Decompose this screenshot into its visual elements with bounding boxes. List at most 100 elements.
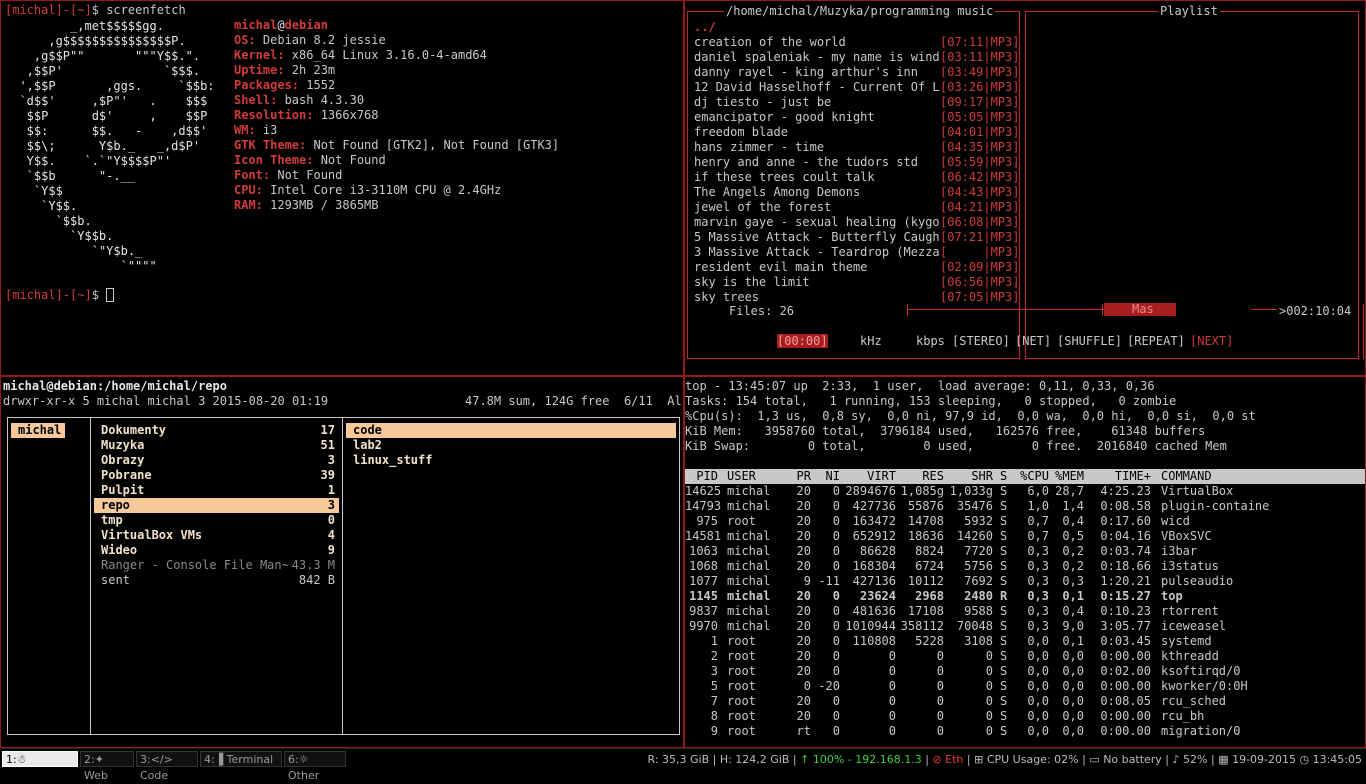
directory-entry[interactable]: Dokumenty 17 [94, 423, 339, 438]
playlist-file[interactable]: dj tiesto - just be [694, 95, 940, 110]
playlist-file[interactable]: hans zimmer - time [694, 140, 940, 155]
directory-entry[interactable]: VirtualBox VMs 4 [94, 528, 339, 543]
playlist-file[interactable]: 12 David Hasselhoff - Current Of Lo [694, 80, 940, 95]
khz-label: kHz [860, 334, 882, 348]
process-cell: 0:10.23 [1100, 604, 1151, 618]
info-value: Intel Core i3-3110M CPU @ 2.4GHz [262, 183, 502, 197]
directory-entry[interactable]: Wideo 9 [94, 543, 339, 558]
process-row[interactable]: 975 root 20 0 163472 14708 5932 S 0,7 0,4 0:17.60 w… [685, 514, 1365, 529]
directory-entry[interactable]: tmp 0 [94, 513, 339, 528]
directory-entry[interactable]: Pobrane 39 [94, 468, 339, 483]
file-duration: [04:01|MP3] [940, 125, 1020, 139]
playlist-file[interactable]: henry and anne - the tudors std [694, 155, 940, 170]
process-row[interactable]: 14625 michal 20 0 2894676 1,085g 1,033g S 6,0 28,… [685, 484, 1365, 499]
playlist-file[interactable]: 3 Massive Attack - Teardrop (Mezzan [694, 245, 940, 260]
playlist-file[interactable]: The Angels Among Demons [694, 185, 940, 200]
info-value: i3 [255, 123, 278, 137]
process-row[interactable]: 1 root 20 0 110808 5228 3108 S 0,0 0,1 0:03.45 syst… [685, 634, 1365, 649]
datetime-status: ▦ 19-09-2015 ◷ 13:45:05 [1218, 753, 1362, 766]
ascii-art-line: `"Y$b._ [5, 244, 143, 258]
directory-entry[interactable]: Obrazy 3 [94, 453, 339, 468]
playlist-file[interactable]: danny rayel - king arthur's inn [694, 65, 940, 80]
directory-entry[interactable]: repo 3 [94, 498, 339, 513]
ranger-file-manager-pane[interactable]: michal@debian:/home/michal/repo drwxr-xr… [0, 376, 684, 748]
file-duration: [05:05|MP3] [940, 110, 1020, 124]
process-row[interactable]: 14793 michal 20 0 427736 55876 35476 S 1,0 1,4 0:0… [685, 499, 1365, 514]
preview-entry[interactable]: lab2 [346, 438, 676, 453]
directory-entry[interactable]: Ranger - Console File Man~ 43.3 M [94, 558, 339, 573]
file-duration: [04:35|MP3] [940, 140, 1020, 154]
prompt-user: michal [12, 288, 56, 302]
file-duration: [09:17|MP3] [940, 95, 1020, 109]
info-value: 1552 [299, 78, 336, 92]
ranger-current-path: /home/michal/repo [104, 379, 227, 393]
process-row[interactable]: 14581 michal 20 0 652912 18636 14260 S 0,7 0,5 0:0… [685, 529, 1365, 544]
workspace-button[interactable]: 1:☃ Desktop [2, 751, 78, 782]
playlist-file[interactable]: resident evil main theme [694, 260, 940, 275]
playlist-file[interactable]: 5 Massive Attack - Butterfly Caught [694, 230, 940, 245]
parent-dir-item[interactable]: michal [11, 423, 65, 438]
playlist-file[interactable]: jewel of the forest [694, 200, 940, 215]
process-row[interactable]: 1145 michal 20 0 23624 2968 2480 R 0,3 0,1 0:15.27… [685, 589, 1365, 604]
playlist-file[interactable]: emancipator - good knight [694, 110, 940, 125]
info-line: Font: Not Found [234, 168, 559, 183]
file-duration: [03:49|MP3] [940, 65, 1020, 79]
parent-dir[interactable]: ../ [694, 20, 1019, 35]
entry-name: tmp [101, 513, 123, 527]
directory-entry[interactable]: sent 842 B [94, 573, 339, 588]
workspace-button[interactable]: 3:</> Code [136, 751, 198, 782]
process-row[interactable]: 9 root rt 0 0 0 0 S 0,0 0,0 0:00.00 migration/0 [685, 724, 1365, 739]
process-row[interactable]: 7 root 20 0 0 0 0 S 0,0 0,0 0:08.05 rcu_sched [685, 694, 1365, 709]
info-key: Packages: [234, 78, 300, 92]
info-line: OS: Debian 8.2 jessie [234, 33, 559, 48]
entry-size: 17 [320, 423, 335, 437]
flag-next: [NEXT] [1190, 334, 1234, 348]
ascii-art-line: _,met$$$$$gg. [5, 19, 164, 33]
process-row[interactable]: 1068 michal 20 0 168304 6724 5756 S 0,3 0,2 0:18.6… [685, 559, 1365, 574]
file-duration: [07:21|MP3] [940, 230, 1020, 244]
playlist-file[interactable]: freedom blade [694, 125, 940, 140]
process-row[interactable]: 1063 michal 20 0 86628 8824 7720 S 0,3 0,2 0:03.74… [685, 544, 1365, 559]
playlist-file[interactable]: sky trees [694, 290, 940, 305]
terminal-screenfetch-pane[interactable]: [michal]-[~]$ screenfetch _,met$$$$$gg. … [0, 0, 684, 376]
process-row[interactable]: 8 root 20 0 0 0 0 S 0,0 0,0 0:00.00 rcu_bh [685, 709, 1365, 724]
process-row[interactable]: 5 root 0 -20 0 0 0 S 0,0 0,0 0:00.00 kworker/0:0H [685, 679, 1365, 694]
process-cell: 0:00.00 [1100, 679, 1151, 693]
workspace-button[interactable]: 6:☼ Other [284, 751, 346, 782]
process-row[interactable]: 9970 michal 20 0 1010944 358112 70048 S 0,3 9,0 3:… [685, 619, 1365, 634]
process-cell: kthreadd [1161, 649, 1219, 663]
workspace-button[interactable]: 4:▐ Terminal [200, 751, 282, 767]
process-cell: rtorrent [1161, 604, 1219, 618]
playlist-file[interactable]: daniel spaleniak - my name is wind [694, 50, 940, 65]
prompt-path: ~ [77, 3, 85, 17]
playlist-file[interactable]: marvin gaye - sexual healing (kygo [694, 215, 940, 230]
info-value: Not Found [GTK2], Not Found [GTK3] [306, 138, 560, 152]
mocp-music-player-pane[interactable]: /home/michal/Muzyka/programming music ..… [684, 0, 1366, 376]
volume-mixer[interactable]: Mas [907, 302, 1176, 316]
playlist-file[interactable]: sky is the limit [694, 275, 940, 290]
file-duration: [04:21|MP3] [940, 200, 1020, 214]
workspace-button[interactable]: 2:✦ Web [80, 751, 134, 782]
process-cell: pulseaudio [1161, 574, 1234, 588]
files-count: Files: 26 [727, 304, 797, 319]
process-row[interactable]: 3 root 20 0 0 0 0 S 0,0 0,0 0:02.00 ksoftirqd/0 [685, 664, 1365, 679]
process-row[interactable]: 2 root 20 0 0 0 0 S 0,0 0,0 0:00.00 kthreadd [685, 649, 1365, 664]
cursor[interactable] [106, 288, 115, 302]
directory-entry[interactable]: Muzyka 51 [94, 438, 339, 453]
preview-entry[interactable]: linux_stuff [346, 453, 676, 468]
entry-name: repo [101, 498, 130, 512]
ascii-art-line: ,g$$$$$$$$$$$$$$$P. [5, 34, 186, 48]
status-blocks: R: 35,3 GiB | H: 124,2 GiB | ↑ 100% - 19… [647, 753, 1362, 766]
info-key: WM: [234, 123, 256, 137]
directory-entry[interactable]: Pulpit 1 [94, 483, 339, 498]
info-key: Resolution: [234, 108, 314, 122]
top-process-monitor-pane[interactable]: top - 13:45:07 up 2:33, 1 user, load ave… [684, 376, 1366, 748]
process-row[interactable]: 9837 michal 20 0 481636 17108 9588 S 0,3 0,4 0:10.… [685, 604, 1365, 619]
playlist-file[interactable]: if these trees coult talk [694, 170, 940, 185]
playlist-file[interactable]: creation of the world [694, 35, 940, 50]
preview-entry[interactable]: code [346, 423, 676, 438]
prompt-path: ~ [77, 288, 85, 302]
process-row[interactable]: 1077 michal 9 -11 427136 10112 7692 S 0,3 0,3 1:20… [685, 574, 1365, 589]
top-summary-line: top - 13:45:07 up 2:33, 1 user, load ave… [685, 379, 1155, 393]
entry-size: 0 [327, 513, 335, 527]
